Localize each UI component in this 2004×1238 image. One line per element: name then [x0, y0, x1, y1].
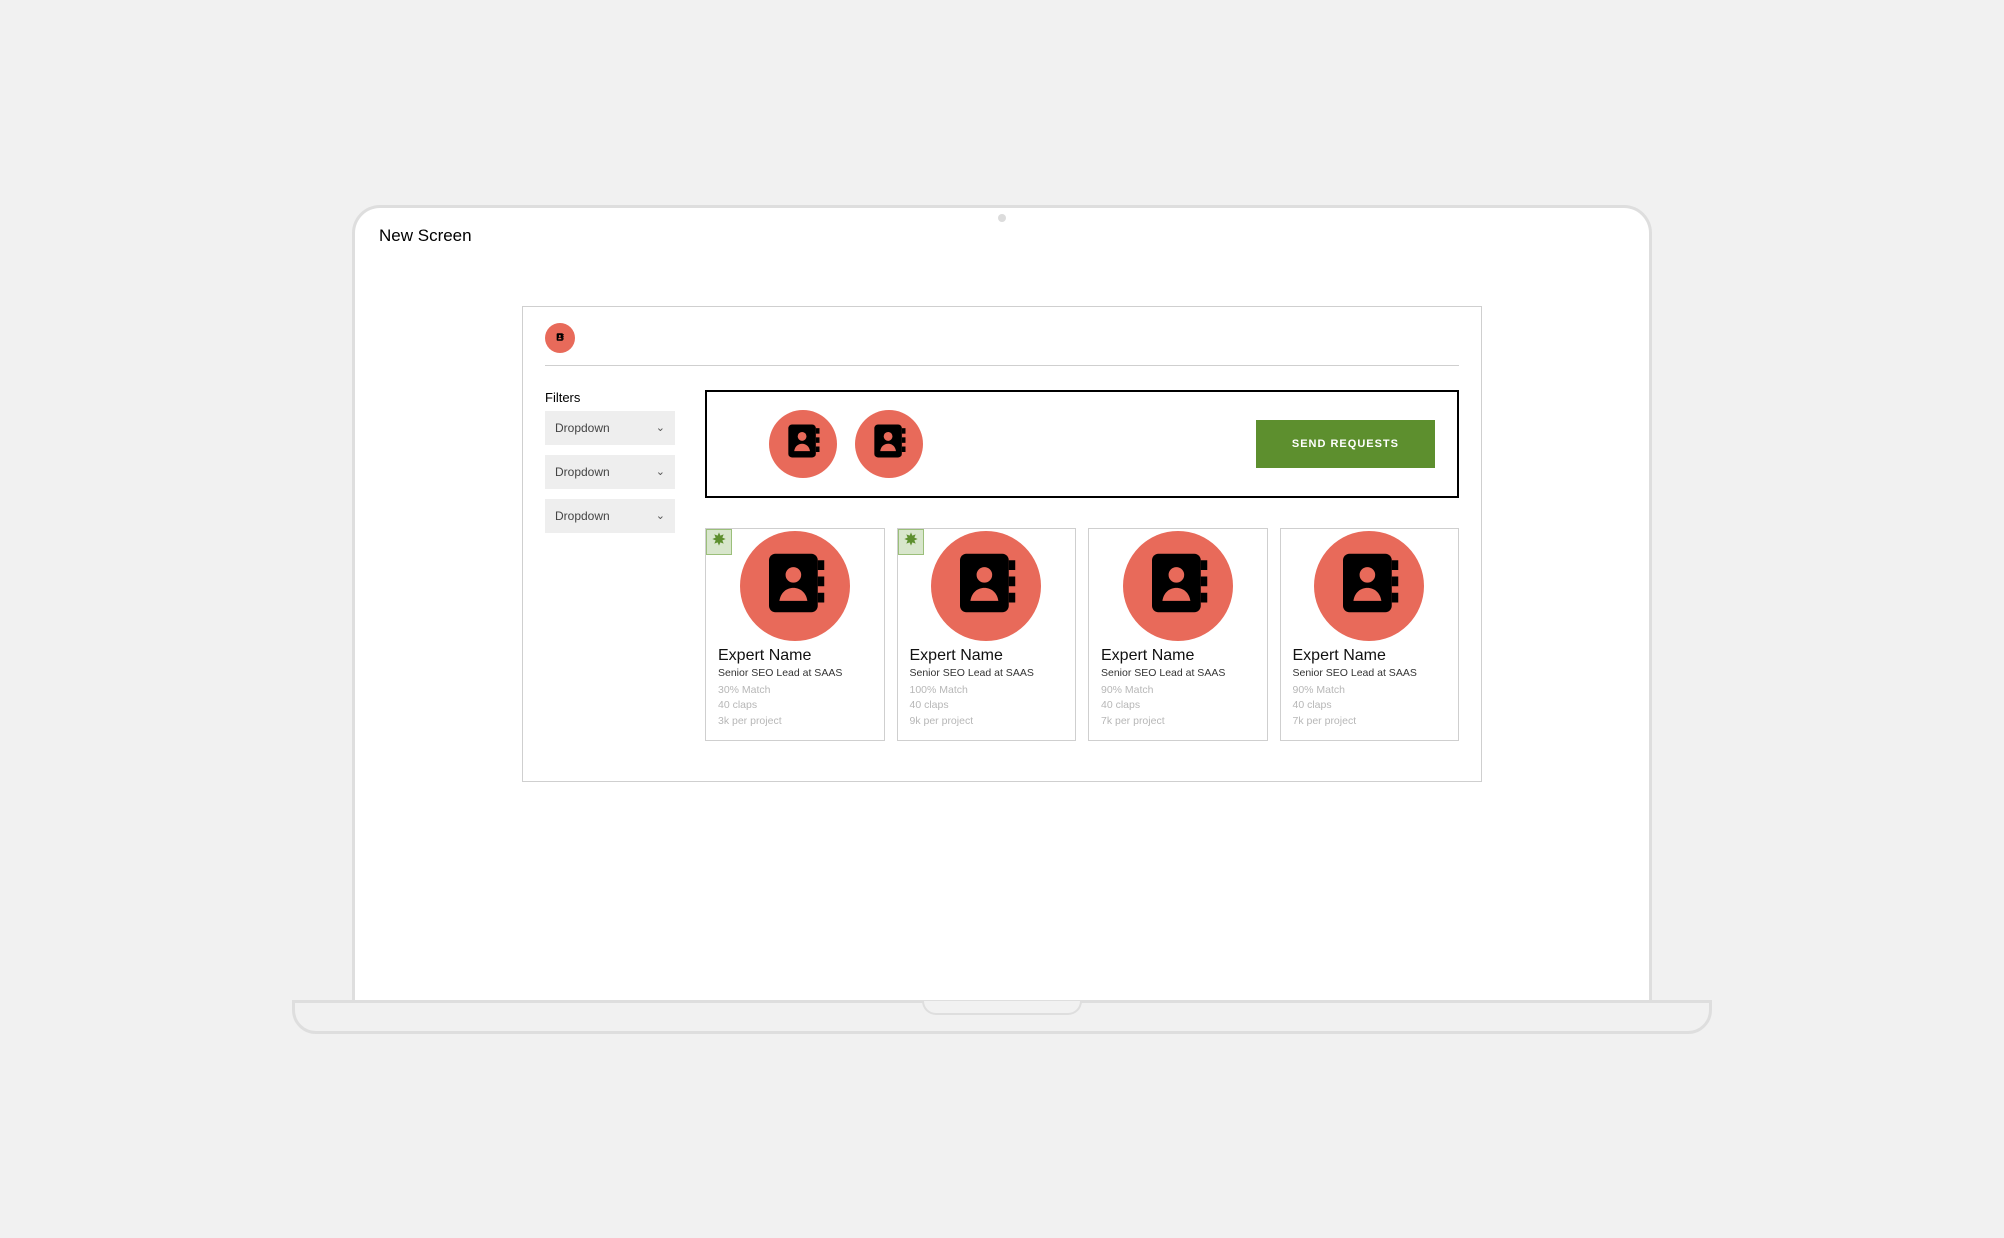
chevron-down-icon: ⌄ — [656, 465, 665, 478]
filters-panel: Filters Dropdown ⌄ Dropdown ⌄ Dropdown ⌄ — [545, 390, 675, 741]
expert-match: 30% Match — [718, 683, 872, 699]
screen: New Screen Filters Dropdown ⌄ Dropdown ⌄ — [369, 220, 1635, 1000]
expert-avatar — [1314, 531, 1424, 641]
expert-card[interactable]: Expert Name Senior SEO Lead at SAAS 100%… — [897, 528, 1077, 741]
app-panel: Filters Dropdown ⌄ Dropdown ⌄ Dropdown ⌄… — [522, 306, 1482, 782]
expert-avatar — [931, 531, 1041, 641]
experts-grid: Expert Name Senior SEO Lead at SAAS 30% … — [705, 528, 1459, 741]
chevron-down-icon: ⌄ — [656, 509, 665, 522]
window-title: New Screen — [369, 220, 1635, 256]
expert-claps: 40 claps — [910, 698, 1064, 714]
laptop-lid: New Screen Filters Dropdown ⌄ Dropdown ⌄ — [352, 205, 1652, 1000]
expert-claps: 40 claps — [1293, 698, 1447, 714]
burst-icon — [903, 531, 919, 552]
expert-avatar — [1123, 531, 1233, 641]
profile-avatar[interactable] — [545, 323, 575, 353]
filter-dropdown[interactable]: Dropdown ⌄ — [545, 499, 675, 533]
contact-book-icon — [555, 329, 565, 347]
contact-book-icon — [781, 419, 825, 468]
expert-name: Expert Name — [718, 647, 872, 665]
dropdown-label: Dropdown — [555, 509, 610, 523]
filter-dropdown[interactable]: Dropdown ⌄ — [545, 455, 675, 489]
selection-box: SEND REQUESTS — [705, 390, 1459, 498]
selected-badge — [898, 529, 924, 555]
expert-claps: 40 claps — [1101, 698, 1255, 714]
expert-role: Senior SEO Lead at SAAS — [1101, 667, 1255, 679]
laptop-base — [292, 1000, 1712, 1034]
expert-card[interactable]: Expert Name Senior SEO Lead at SAAS 30% … — [705, 528, 885, 741]
send-requests-button[interactable]: SEND REQUESTS — [1256, 420, 1435, 468]
selected-expert-avatar[interactable] — [855, 410, 923, 478]
expert-name: Expert Name — [1293, 647, 1447, 665]
expert-match: 100% Match — [910, 683, 1064, 699]
trackpad-notch — [922, 1001, 1082, 1015]
selected-badge — [706, 529, 732, 555]
header-row — [545, 323, 1459, 366]
expert-role: Senior SEO Lead at SAAS — [1293, 667, 1447, 679]
expert-role: Senior SEO Lead at SAAS — [718, 667, 872, 679]
camera-dot — [998, 214, 1006, 222]
contact-book-icon — [947, 544, 1025, 627]
expert-rate: 3k per project — [718, 714, 872, 730]
contact-book-icon — [756, 544, 834, 627]
laptop-frame: New Screen Filters Dropdown ⌄ Dropdown ⌄ — [352, 205, 1652, 1034]
expert-name: Expert Name — [1101, 647, 1255, 665]
expert-card[interactable]: Expert Name Senior SEO Lead at SAAS 90% … — [1088, 528, 1268, 741]
expert-match: 90% Match — [1293, 683, 1447, 699]
expert-avatar — [740, 531, 850, 641]
burst-icon — [711, 531, 727, 552]
filters-title: Filters — [545, 390, 675, 405]
selected-avatars — [729, 410, 923, 478]
contact-book-icon — [1330, 544, 1408, 627]
filter-dropdown[interactable]: Dropdown ⌄ — [545, 411, 675, 445]
expert-rate: 7k per project — [1101, 714, 1255, 730]
contact-book-icon — [1139, 544, 1217, 627]
chevron-down-icon: ⌄ — [656, 421, 665, 434]
expert-role: Senior SEO Lead at SAAS — [910, 667, 1064, 679]
expert-rate: 9k per project — [910, 714, 1064, 730]
dropdown-label: Dropdown — [555, 465, 610, 479]
expert-name: Expert Name — [910, 647, 1064, 665]
expert-card[interactable]: Expert Name Senior SEO Lead at SAAS 90% … — [1280, 528, 1460, 741]
main-area: SEND REQUESTS Expert Name Senior SEO Lea… — [705, 390, 1459, 741]
expert-match: 90% Match — [1101, 683, 1255, 699]
selected-expert-avatar[interactable] — [769, 410, 837, 478]
contact-book-icon — [867, 419, 911, 468]
dropdown-label: Dropdown — [555, 421, 610, 435]
expert-rate: 7k per project — [1293, 714, 1447, 730]
expert-claps: 40 claps — [718, 698, 872, 714]
